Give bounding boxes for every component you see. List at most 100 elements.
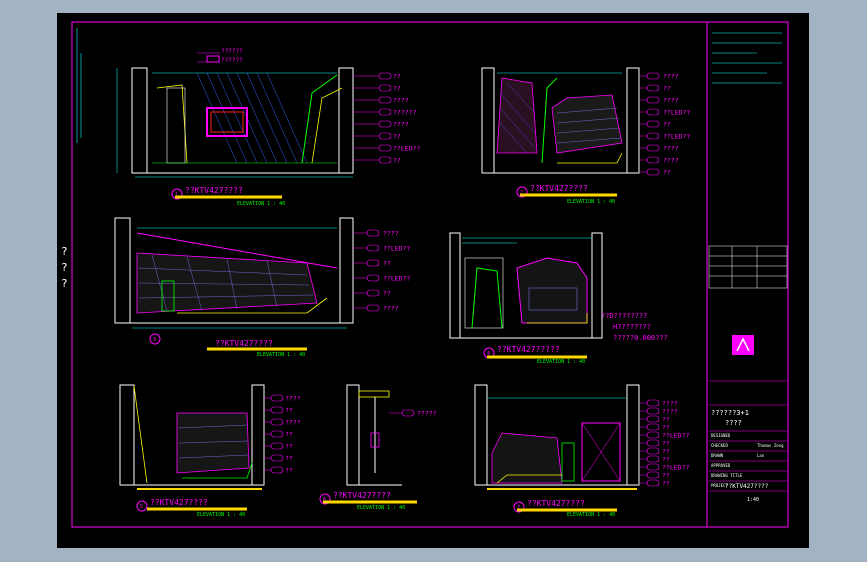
project-sub: ???? bbox=[725, 419, 742, 427]
callout-tag bbox=[646, 72, 660, 80]
callout-label: ?? bbox=[285, 443, 293, 451]
callout-tag bbox=[646, 439, 660, 447]
top-note: ?????? bbox=[221, 48, 243, 55]
elevation-1[interactable]: ?????? ?????? ???????????????????? ??LED?… bbox=[116, 48, 420, 207]
callout-label: ???? bbox=[663, 157, 679, 165]
elevation-title: ??KTV427???? bbox=[185, 186, 243, 195]
title-block-value: Thomas Zeng bbox=[757, 443, 784, 448]
elevation-title: ??KTV427???? bbox=[333, 491, 391, 500]
callout-tag bbox=[270, 430, 284, 438]
title-block-label: DRAWING TITLE bbox=[711, 473, 743, 478]
elevation-title: ??KTV427????? bbox=[497, 345, 560, 354]
callout-tag bbox=[366, 229, 380, 237]
elevation-note: ?????0.000??? bbox=[613, 334, 668, 342]
callout-label: ?? bbox=[285, 407, 293, 415]
project-name: ??????3+1 bbox=[711, 409, 749, 417]
callout-label: ??LED?? bbox=[383, 245, 410, 253]
callout-label: ??LED?? bbox=[393, 145, 420, 153]
elevation-title: ??KTV427???? bbox=[150, 498, 208, 507]
callout-label: ?? bbox=[662, 424, 670, 432]
elevation-7[interactable]: ??????????????LED??????????LED?????? 7 ?… bbox=[474, 384, 689, 518]
elevation-note: ??D???????? bbox=[601, 312, 647, 320]
callout-label: ???? bbox=[662, 400, 678, 408]
callout-label: ???? bbox=[663, 73, 679, 81]
callout-label: ?? bbox=[285, 431, 293, 439]
callout-tag bbox=[646, 84, 660, 92]
callout-tag bbox=[646, 132, 660, 140]
elevation-6[interactable]: ????? 6 ??KTV427???? ELEVATION 1 : 40 bbox=[319, 384, 437, 511]
title-block-label: DESIGNED bbox=[711, 433, 731, 438]
callout-tag bbox=[646, 108, 660, 116]
callout-tag bbox=[646, 471, 660, 479]
callout-label: ???? bbox=[663, 97, 679, 105]
callout-tag bbox=[646, 96, 660, 104]
elevation-scale: ELEVATION 1 : 40 bbox=[197, 512, 245, 518]
callout-label: ???? bbox=[662, 408, 678, 416]
callout-tag bbox=[270, 454, 284, 462]
drawing-sheet: ? ? ? ?????? ?????? ????????????????????… bbox=[61, 21, 789, 528]
callout-label: ?? bbox=[662, 416, 670, 424]
margin-mark: ? bbox=[61, 261, 68, 274]
elevation-scale: ELEVATION 1 : 40 bbox=[357, 505, 405, 511]
callout-tag bbox=[646, 463, 660, 471]
callout-label: ???? bbox=[393, 121, 409, 129]
elevation-4[interactable]: ??D???????? H???????? ?????0.000??? 4 ??… bbox=[449, 232, 668, 365]
elevation-scale: ELEVATION 1 : 40 bbox=[537, 359, 585, 365]
elevation-scale: ELEVATION 1 : 40 bbox=[567, 512, 615, 518]
callout-tag bbox=[366, 259, 380, 267]
callout-label: ?? bbox=[663, 169, 671, 177]
callout-label: ????? bbox=[417, 410, 437, 418]
callout-label: ?? bbox=[383, 290, 391, 298]
callout-label: ???? bbox=[663, 145, 679, 153]
callout-label: ??LED?? bbox=[663, 109, 690, 117]
elevation-note: H???????? bbox=[613, 323, 651, 331]
scale-value: 1:40 bbox=[747, 497, 759, 503]
callout-label: ?????? bbox=[393, 109, 417, 117]
callout-tag bbox=[378, 120, 392, 128]
callout-label: ???? bbox=[393, 97, 409, 105]
margin-mark: ? bbox=[61, 245, 68, 258]
elevation-3[interactable]: ???? ??LED???? ??LED???????? 3 ??KTV427???… bbox=[114, 217, 410, 358]
callout-tag bbox=[646, 407, 660, 415]
elevation-2[interactable]: ????????????LED??????LED???????????? 2 ?… bbox=[481, 67, 690, 205]
callout-label: ?? bbox=[662, 472, 670, 480]
callout-tag bbox=[646, 455, 660, 463]
callout-tag bbox=[270, 406, 284, 414]
callout-tag bbox=[646, 399, 660, 407]
callout-label: ?? bbox=[662, 480, 670, 488]
callout-label: ?? bbox=[383, 260, 391, 268]
callout-tag bbox=[646, 423, 660, 431]
callout-label: ?? bbox=[663, 85, 671, 93]
callout-label: ???? bbox=[285, 419, 301, 427]
top-note: ?????? bbox=[221, 57, 243, 64]
svg-text:5: 5 bbox=[140, 504, 143, 510]
elevation-scale: ELEVATION 1 : 40 bbox=[237, 201, 285, 207]
title-block-label: APPROVED bbox=[711, 463, 731, 468]
callout-label: ?? bbox=[393, 85, 401, 93]
callout-label: ???? bbox=[285, 395, 301, 403]
title-block-label: CHECKED bbox=[711, 443, 728, 448]
callout-tag bbox=[646, 156, 660, 164]
callout-tag bbox=[378, 96, 392, 104]
callout-tag bbox=[270, 394, 284, 402]
callout-label: ?? bbox=[662, 448, 670, 456]
drawing-canvas[interactable]: ? ? ? ?????? ?????? ?????????????? ???? … bbox=[57, 13, 809, 548]
title-block-label: DRAWN bbox=[711, 453, 724, 458]
callout-tag bbox=[646, 120, 660, 128]
callout-tag bbox=[366, 289, 380, 297]
callout-label: ?? bbox=[285, 455, 293, 463]
title-block: ??????3+1 ???? DESIGNED CHECKED DRAWN AP… bbox=[708, 32, 788, 503]
callout-label: ???? bbox=[383, 305, 399, 313]
callout-tag bbox=[646, 144, 660, 152]
callout-tag bbox=[646, 431, 660, 439]
callout-tag bbox=[366, 244, 380, 252]
elevation-5[interactable]: ?????????????????? 5 ??KTV427???? ELEVAT… bbox=[119, 384, 301, 518]
callout-label: ?? bbox=[663, 121, 671, 129]
callout-label: ?? bbox=[393, 133, 401, 141]
callout-tag bbox=[401, 409, 415, 417]
drawing-name: ??KTV427???? bbox=[725, 483, 769, 490]
callout-tag bbox=[270, 442, 284, 450]
callout-tag bbox=[270, 418, 284, 426]
callout-tag bbox=[366, 274, 380, 282]
callout-label: ??LED?? bbox=[663, 133, 690, 141]
